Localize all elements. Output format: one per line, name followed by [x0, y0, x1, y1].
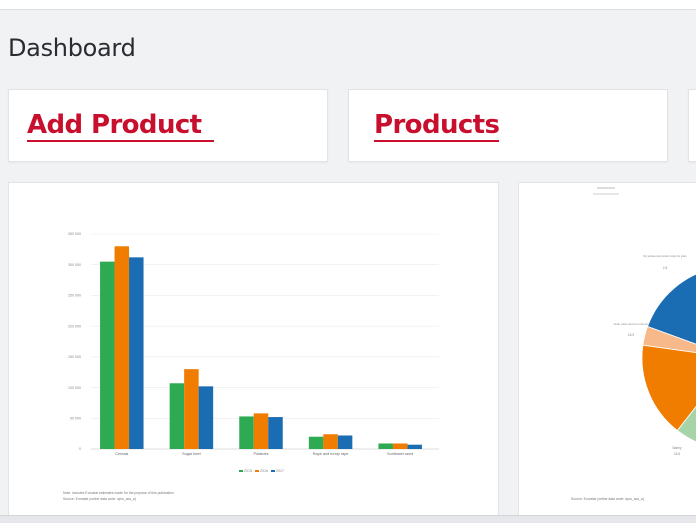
bar-chart-bars [100, 246, 422, 449]
y-tick-label: 350 000 [68, 232, 81, 236]
bar-chart: 350 000 300 000 250 000 200 000 150 000 100 0… [63, 232, 439, 501]
pie-slices [641, 273, 696, 443]
pie-title-placeholder [597, 187, 615, 189]
bar-2017 [337, 435, 353, 449]
pie-value-barley: 18.6 [674, 452, 680, 456]
top-bar [0, 0, 696, 10]
bar-2015 [308, 436, 324, 449]
category-label: Cereals [115, 452, 128, 456]
legend-swatch [255, 470, 259, 472]
bar-2017 [268, 417, 283, 449]
legend-label: 2016 [260, 469, 268, 473]
bar-chart-note: Note: includes Eurostat estimates made f… [63, 491, 174, 495]
bar-2015 [239, 416, 254, 449]
legend-label: 2015 [244, 469, 252, 473]
category-label: Sugar beet [182, 452, 202, 456]
legend-swatch [239, 470, 243, 472]
bar-2015 [169, 383, 185, 449]
y-tick-label: 50 000 [70, 416, 81, 420]
y-tick-label: 150 000 [68, 355, 81, 359]
bar-chart-legend: 2015 2016 2017 [239, 469, 284, 473]
pie-label-grain-maize: Grain maize and corn-cob-mix [614, 322, 649, 326]
bar-2016 [184, 369, 199, 449]
bar-chart-y-ticks: 350 000 300 000 250 000 200 000 150 000 100 0… [68, 232, 81, 451]
bar-2016 [114, 246, 130, 449]
bar-2017 [129, 257, 144, 449]
legend-label: 2017 [276, 469, 284, 473]
y-tick-label: 250 000 [68, 294, 81, 298]
third-card [688, 89, 696, 162]
pie-subtitle-placeholder [593, 193, 619, 195]
pie-label-barley: Barley [672, 446, 681, 450]
bar-2016 [392, 443, 408, 449]
bar-chart-panel: 350 000 300 000 250 000 200 000 150 000 100 0… [8, 182, 499, 517]
pie-chart-panel: Dry pulses and protein crops for grain 2… [518, 182, 696, 517]
bar-2016 [323, 434, 338, 449]
y-tick-label: 300 000 [68, 263, 81, 267]
y-tick-label: 100 000 [68, 386, 81, 390]
products-card: Products [348, 89, 668, 162]
bar-2017 [198, 386, 214, 449]
add-product-link[interactable]: Add Product [27, 110, 214, 142]
bar-chart-categories: Cereals Sugar beet Potatoes Rape and turnip… [115, 452, 413, 456]
category-label: Rape and turnip rape [313, 452, 349, 456]
y-tick-label: 0 [79, 447, 81, 451]
pie-value-grain-maize: 18.5 [628, 333, 634, 337]
bar-2015 [378, 443, 393, 449]
bar-2015 [100, 261, 115, 449]
bar-2017 [407, 444, 422, 449]
pie-chart-source: Source: Eurostat (online data code: apro… [571, 497, 644, 501]
pie-value-dry-pulses: 2.8 [663, 266, 668, 270]
add-product-card: Add Product [8, 89, 328, 162]
y-tick-label: 200 000 [68, 324, 81, 328]
pie-chart: Dry pulses and protein crops for grain 2… [571, 187, 696, 501]
bar-chart-source: Source: Eurostat (online data code: apro… [63, 497, 136, 501]
pie-label-dry-pulses: Dry pulses and protein crops for grain [643, 254, 687, 258]
category-label: Potatoes [254, 452, 269, 456]
category-label: Sunflower seed [387, 452, 413, 456]
products-link[interactable]: Products [374, 110, 500, 142]
page-title: Dashboard [8, 34, 136, 62]
bar-2016 [253, 413, 269, 449]
legend-swatch [271, 470, 275, 472]
